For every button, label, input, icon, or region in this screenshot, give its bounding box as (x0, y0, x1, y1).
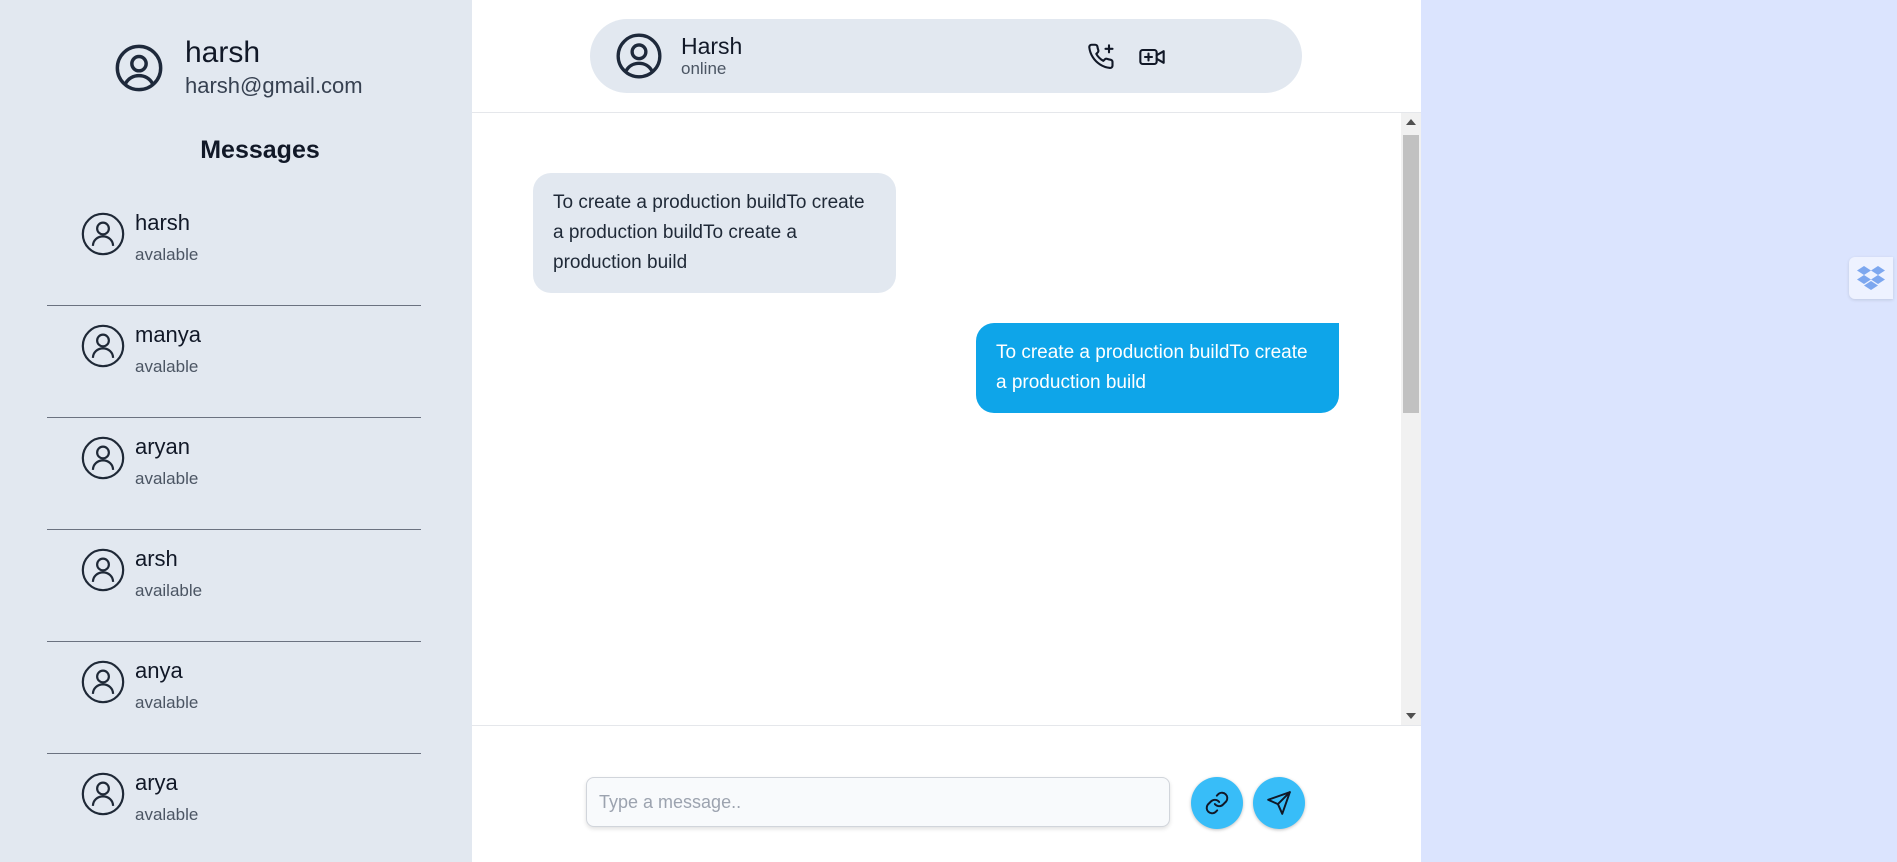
chat-contact-status: online (681, 59, 727, 78)
contact-avatar-icon (81, 548, 125, 592)
user-name: harsh (185, 35, 261, 69)
contact-name: manya (135, 322, 202, 347)
phone-plus-icon (1088, 43, 1114, 70)
contact-avatar-icon (81, 436, 125, 480)
message-input[interactable] (587, 778, 1169, 826)
contact-avatar-icon (81, 212, 125, 256)
scroll-up-arrow[interactable] (1406, 119, 1416, 125)
outgoing-message: To create a production buildTo create a … (976, 323, 1339, 413)
message-composer (586, 777, 1170, 827)
contact-name: aryan (135, 434, 191, 459)
contact-status: avalable (135, 357, 199, 376)
contact-status: avalable (135, 469, 199, 488)
chat-header: Harsh online (590, 19, 1302, 93)
contact-avatar-icon (81, 660, 125, 704)
user-email: harsh@gmail.com (185, 72, 363, 98)
sidebar: harsh harsh@gmail.com Messages harsh ava… (0, 0, 472, 862)
messages-heading: Messages (200, 136, 320, 164)
link-icon (1205, 791, 1229, 815)
scroll-down-arrow[interactable] (1406, 713, 1416, 719)
contact-status: avalable (135, 245, 199, 264)
send-button[interactable] (1253, 777, 1305, 829)
contact-item[interactable]: arya avalable (47, 754, 421, 862)
contact-status: available (135, 581, 203, 600)
voice-call-button[interactable] (1086, 41, 1118, 73)
incoming-message: To create a production buildTo create a … (533, 173, 896, 293)
chat-panel: Harsh online To create a production buil… (472, 0, 1421, 862)
contact-item[interactable]: aryan avalable (47, 418, 421, 530)
contact-item[interactable]: arsh available (47, 530, 421, 642)
dropbox-icon (1857, 266, 1885, 290)
video-call-button[interactable] (1136, 41, 1168, 73)
composer-divider (472, 725, 1421, 726)
message-scrollbar[interactable] (1401, 113, 1421, 725)
dropbox-widget[interactable] (1849, 257, 1893, 299)
contact-item[interactable]: harsh avalable (47, 194, 421, 306)
contact-name: arsh (135, 546, 178, 571)
contact-name: anya (135, 658, 183, 683)
contact-avatar-icon (81, 772, 125, 816)
right-panel (1421, 0, 1897, 862)
chat-avatar-icon (616, 33, 662, 79)
contact-item[interactable]: anya avalable (47, 642, 421, 754)
contact-status: avalable (135, 693, 199, 712)
scroll-thumb[interactable] (1403, 135, 1419, 413)
message-list: To create a production buildTo create a … (472, 113, 1401, 725)
contact-list: harsh avalable manya avalable aryan aval… (47, 194, 421, 862)
contact-avatar-icon (81, 324, 125, 368)
user-profile: harsh harsh@gmail.com (113, 30, 363, 105)
contact-name: arya (135, 770, 178, 795)
user-avatar-icon (115, 44, 163, 91)
contact-status: avalable (135, 805, 199, 824)
attach-link-button[interactable] (1191, 777, 1243, 829)
contact-name: harsh (135, 210, 191, 235)
contact-item[interactable]: manya avalable (47, 306, 421, 418)
video-plus-icon (1139, 48, 1165, 66)
send-icon (1267, 791, 1291, 815)
chat-contact-name: Harsh (681, 33, 743, 59)
